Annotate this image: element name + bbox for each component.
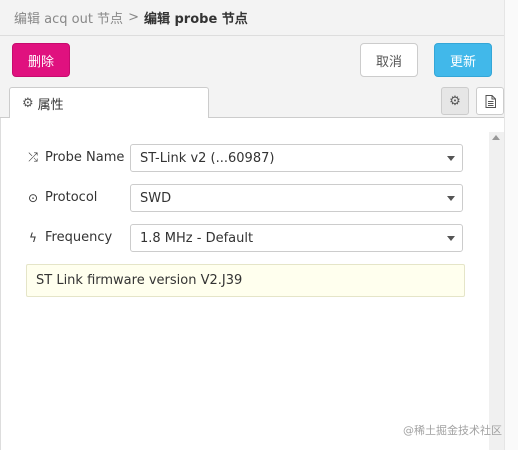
breadcrumb: 编辑 acq out 节点 > 编辑 probe 节点 <box>0 0 504 36</box>
probe-name-select[interactable]: ST-Link v2 (...60987) <box>130 144 463 172</box>
protocol-label: ⊙ Protocol <box>27 190 98 205</box>
frequency-row: ϟ Frequency 1.8 MHz - Default <box>26 224 466 252</box>
action-toolbar: 删除 取消 更新 <box>0 36 504 84</box>
info-tab-button[interactable] <box>476 87 504 115</box>
window-edge <box>504 0 518 450</box>
watermark: @稀土掘金技术社区 <box>403 424 502 437</box>
frequency-select[interactable]: 1.8 MHz - Default <box>130 224 463 252</box>
document-icon <box>485 94 496 108</box>
frequency-label: ϟ Frequency <box>26 230 112 245</box>
tab-strip: ⚙ 属性 ⚙ <box>0 84 504 119</box>
probe-name-label: ⤮ Probe Name <box>26 150 124 165</box>
protocol-select[interactable]: SWD <box>130 184 463 212</box>
bolt-icon: ϟ <box>29 230 37 245</box>
chevron-down-icon <box>447 156 455 161</box>
gear-icon: ⚙ <box>22 96 34 111</box>
tab-properties-label: 属性 <box>37 98 64 113</box>
cancel-button[interactable]: 取消 <box>360 43 418 77</box>
shuffle-icon: ⤮ <box>28 150 38 164</box>
dot-circle-icon: ⊙ <box>27 190 39 205</box>
delete-button[interactable]: 删除 <box>12 43 70 77</box>
scroll-up-arrow-icon[interactable] <box>492 135 500 140</box>
update-button[interactable]: 更新 <box>434 43 492 77</box>
chevron-down-icon <box>447 196 455 201</box>
settings-tab-button[interactable]: ⚙ <box>441 87 469 115</box>
chevron-down-icon <box>447 236 455 241</box>
breadcrumb-current: 编辑 probe 节点 <box>143 12 248 27</box>
vertical-scrollbar[interactable] <box>489 132 504 450</box>
breadcrumb-separator: > <box>128 10 139 25</box>
tab-properties[interactable]: ⚙ 属性 <box>9 87 209 119</box>
gear-icon: ⚙ <box>449 93 461 109</box>
probe-name-row: ⤮ Probe Name ST-Link v2 (...60987) <box>26 144 466 172</box>
breadcrumb-parent-link[interactable]: 编辑 acq out 节点 <box>14 8 123 27</box>
protocol-row: ⊙ Protocol SWD <box>26 184 466 212</box>
firmware-info-box: ST Link firmware version V2.J39 <box>26 264 465 297</box>
